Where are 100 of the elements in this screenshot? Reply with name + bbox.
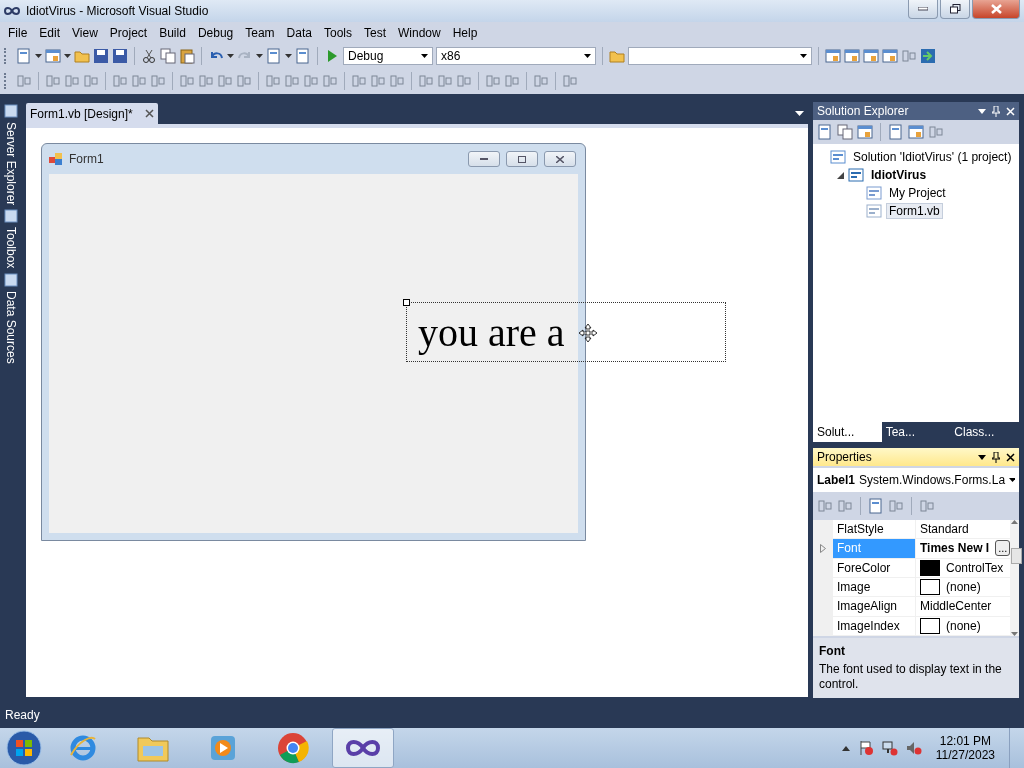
layout-icon[interactable] bbox=[131, 73, 147, 89]
side-tab[interactable]: Data Sources bbox=[4, 290, 18, 364]
layout-icon[interactable] bbox=[485, 73, 501, 89]
save-icon[interactable] bbox=[112, 48, 128, 64]
document-tab[interactable]: Form1.vb [Design]* bbox=[26, 103, 158, 124]
layout-icon[interactable] bbox=[83, 73, 99, 89]
scroll-thumb[interactable] bbox=[1011, 548, 1023, 564]
property-name[interactable]: ImageAlign bbox=[833, 597, 916, 616]
find-dropdown[interactable] bbox=[628, 47, 812, 65]
layout-icon[interactable] bbox=[437, 73, 453, 89]
caret-icon[interactable] bbox=[35, 54, 42, 58]
media-player-icon[interactable] bbox=[209, 734, 237, 762]
scroll-up-icon[interactable] bbox=[1011, 520, 1019, 524]
window-icon[interactable] bbox=[863, 48, 879, 64]
copy-icon[interactable] bbox=[837, 124, 853, 140]
menu-item[interactable]: File bbox=[2, 26, 34, 40]
menu-item[interactable]: Tools bbox=[317, 26, 358, 40]
browser-icon[interactable] bbox=[68, 733, 98, 763]
ellipsis-button[interactable]: ... bbox=[995, 540, 1011, 557]
caret-icon[interactable] bbox=[285, 54, 292, 58]
side-tab[interactable]: Server Explorer bbox=[4, 122, 18, 206]
window-icon[interactable] bbox=[857, 124, 873, 140]
object-dropdown[interactable]: Label1 System.Windows.Forms.La bbox=[813, 468, 1019, 492]
tree-item[interactable]: IdiotVirus bbox=[868, 167, 930, 183]
property-name[interactable]: ForeColor bbox=[833, 558, 916, 577]
infinity-icon[interactable] bbox=[346, 738, 380, 758]
layout-icon[interactable] bbox=[533, 73, 549, 89]
resize-handle[interactable] bbox=[403, 299, 410, 306]
tree-item[interactable]: Solution 'IdiotVirus' (1 project) bbox=[850, 149, 1015, 165]
scroll-down-icon[interactable] bbox=[1011, 632, 1019, 636]
restore-button[interactable] bbox=[940, 0, 970, 19]
layout-icon[interactable] bbox=[562, 73, 578, 89]
layout-icon[interactable] bbox=[456, 73, 472, 89]
flag-icon[interactable] bbox=[857, 740, 874, 756]
menu-item[interactable]: Test bbox=[357, 26, 392, 40]
menu-item[interactable]: Debug bbox=[191, 26, 240, 40]
menu-item[interactable]: Build bbox=[153, 26, 192, 40]
menu-item[interactable]: Edit bbox=[33, 26, 67, 40]
window-icon[interactable] bbox=[825, 48, 841, 64]
panel-tab[interactable]: Solut... bbox=[813, 422, 882, 442]
document-icon[interactable] bbox=[888, 124, 904, 140]
scissors-icon[interactable] bbox=[141, 48, 157, 64]
close-button[interactable] bbox=[972, 0, 1020, 19]
layout-icon[interactable] bbox=[303, 73, 319, 89]
menu-item[interactable]: View bbox=[66, 26, 104, 40]
caret-up-icon[interactable] bbox=[841, 745, 850, 751]
menu-item[interactable]: Data bbox=[280, 26, 318, 40]
document-icon[interactable] bbox=[817, 124, 833, 140]
platform-dropdown[interactable]: x86 bbox=[436, 47, 596, 65]
configuration-dropdown[interactable]: Debug bbox=[343, 47, 433, 65]
pin-icon[interactable] bbox=[992, 451, 1000, 463]
caret-icon[interactable] bbox=[256, 54, 263, 58]
tree-item[interactable]: Form1.vb bbox=[886, 203, 943, 219]
caret-icon[interactable] bbox=[227, 54, 234, 58]
side-tab[interactable]: Toolbox bbox=[4, 227, 18, 269]
layout-icon[interactable] bbox=[504, 73, 520, 89]
window-icon[interactable] bbox=[908, 124, 924, 140]
layout-icon[interactable] bbox=[370, 73, 386, 89]
close-icon[interactable] bbox=[1006, 452, 1015, 462]
scrollbar[interactable] bbox=[1010, 520, 1019, 636]
start-button[interactable] bbox=[4, 729, 44, 767]
layout-icon[interactable] bbox=[16, 73, 32, 89]
layout-icon[interactable] bbox=[179, 73, 195, 89]
layout-icon[interactable] bbox=[45, 73, 61, 89]
layout-icon[interactable] bbox=[351, 73, 367, 89]
browser-icon[interactable] bbox=[277, 732, 309, 764]
dropdown-caret-icon[interactable] bbox=[978, 108, 986, 114]
layout-icon[interactable] bbox=[112, 73, 128, 89]
arrow-icon[interactable] bbox=[920, 48, 936, 64]
document-icon[interactable] bbox=[868, 498, 884, 514]
layout-icon[interactable] bbox=[265, 73, 281, 89]
tree-item[interactable]: My Project bbox=[886, 185, 949, 201]
layout-icon[interactable] bbox=[418, 73, 434, 89]
layout-icon[interactable] bbox=[928, 124, 944, 140]
layout-icon[interactable] bbox=[901, 48, 917, 64]
menu-item[interactable]: Project bbox=[103, 26, 154, 40]
taskbar-app[interactable] bbox=[332, 728, 394, 768]
save-icon[interactable] bbox=[93, 48, 109, 64]
property-name[interactable]: Image bbox=[833, 578, 916, 597]
menu-item[interactable]: Help bbox=[446, 26, 484, 40]
menu-item[interactable]: Window bbox=[392, 26, 447, 40]
caret-icon[interactable] bbox=[64, 54, 71, 58]
paste-icon[interactable] bbox=[179, 48, 195, 64]
layout-icon[interactable] bbox=[817, 498, 833, 514]
dropdown-caret-icon[interactable] bbox=[795, 111, 804, 116]
copy-icon[interactable] bbox=[160, 48, 176, 64]
property-name[interactable]: ImageIndex bbox=[833, 616, 916, 635]
dropdown-caret-icon[interactable] bbox=[978, 454, 986, 460]
layout-icon[interactable] bbox=[919, 498, 935, 514]
window-icon[interactable] bbox=[882, 48, 898, 64]
layout-icon[interactable] bbox=[837, 498, 853, 514]
layout-icon[interactable] bbox=[236, 73, 252, 89]
layout-icon[interactable] bbox=[217, 73, 233, 89]
layout-icon[interactable] bbox=[64, 73, 80, 89]
window-icon[interactable] bbox=[844, 48, 860, 64]
network-icon[interactable] bbox=[881, 740, 898, 756]
property-name[interactable]: FlatStyle bbox=[833, 520, 916, 539]
layout-icon[interactable] bbox=[284, 73, 300, 89]
layout-icon[interactable] bbox=[389, 73, 405, 89]
expand-triangle-icon[interactable] bbox=[820, 544, 826, 553]
